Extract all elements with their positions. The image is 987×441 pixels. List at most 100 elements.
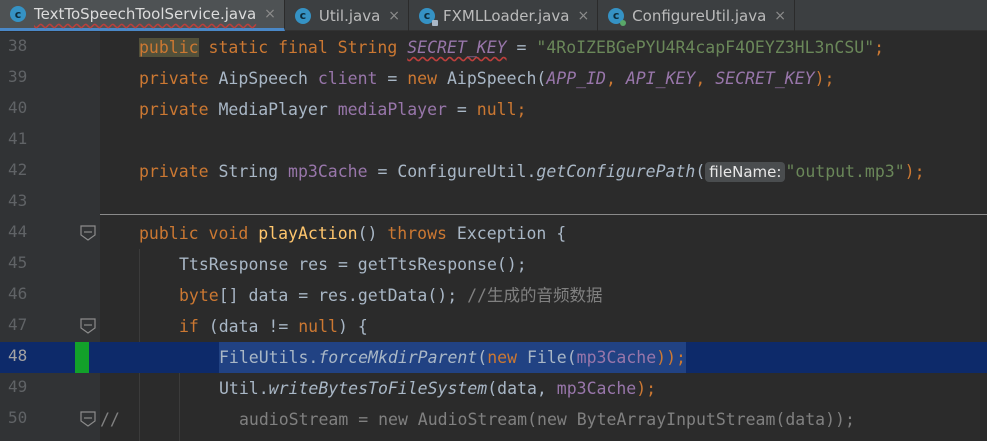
keyword: private <box>139 69 209 88</box>
keyword: null <box>476 100 517 119</box>
tab-texttospeechtoolservice[interactable]: c TextToSpeechToolService.java × <box>0 0 285 31</box>
keyword: new <box>487 348 518 367</box>
code-token: static final String <box>198 38 408 57</box>
line-number: 41 <box>8 129 28 148</box>
code-token: Exception { <box>446 224 567 243</box>
close-icon[interactable]: × <box>388 8 400 24</box>
code-line-42[interactable]: private String mp3Cache = ConfigureUtil.… <box>100 156 987 187</box>
tab-label: ConfigureUtil.java <box>632 6 767 25</box>
keyword: throws <box>387 224 447 243</box>
code-line-41[interactable] <box>100 125 987 156</box>
code-line-47[interactable]: if (data != null) { <box>100 311 987 342</box>
constant-name: API_KEY <box>625 69 696 88</box>
code-token: = <box>506 38 537 57</box>
code-token: = <box>377 69 408 88</box>
change-marker[interactable] <box>75 342 89 373</box>
tab-configureutil[interactable]: c ConfigureUtil.java × <box>598 0 795 31</box>
line-number: 43 <box>8 191 28 210</box>
method-name: getConfigurePath <box>536 162 696 181</box>
code-line-49[interactable]: Util.writeBytesToFileSystem(data, mp3Cac… <box>100 373 987 404</box>
code-token: , <box>695 69 716 88</box>
java-class-locked-icon: c <box>419 7 439 26</box>
java-class-icon: c <box>608 7 627 26</box>
constant-name: APP_ID <box>546 69 606 88</box>
code-token: = ConfigureUtil. <box>367 162 537 181</box>
field-name: mp3Cache <box>576 348 657 367</box>
line-number: 45 <box>8 253 28 272</box>
keyword: private <box>139 100 209 119</box>
comment: audioStream = new AudioStream(new ByteAr… <box>239 410 855 429</box>
code-token: AipSpeech( <box>437 69 547 88</box>
code-line-43[interactable] <box>100 187 987 218</box>
code-line-44[interactable]: public void playAction() throws Exceptio… <box>100 218 987 249</box>
close-icon[interactable]: × <box>264 6 276 22</box>
code-line-39[interactable]: private AipSpeech client = new AipSpeech… <box>100 63 987 94</box>
code-line-45[interactable]: TtsResponse res = getTtsResponse(); <box>100 249 987 280</box>
code-token: ) { <box>337 317 368 336</box>
constant-name: SECRET_KEY <box>715 69 815 88</box>
tab-label: FXMLLoader.java <box>443 6 570 25</box>
fold-icon[interactable] <box>79 317 97 335</box>
code-token: String <box>208 162 289 181</box>
tab-label: TextToSpeechToolService.java <box>34 5 257 23</box>
editor-tab-bar: c TextToSpeechToolService.java × c Util.… <box>0 0 987 31</box>
code-line-40[interactable]: private MediaPlayer mediaPlayer = null; <box>100 94 987 125</box>
code-token: = <box>446 100 477 119</box>
code-token: MediaPlayer <box>208 100 338 119</box>
tab-fxmlloader[interactable]: c FXMLLoader.java × <box>409 0 599 31</box>
tab-label: Util.java <box>318 6 381 25</box>
java-class-icon: c <box>10 6 26 22</box>
close-icon[interactable]: × <box>774 8 786 24</box>
constant-name: SECRET_KEY <box>407 38 507 57</box>
line-number: 40 <box>8 98 28 117</box>
keyword: public void <box>139 224 259 243</box>
line-number: 44 <box>8 222 28 241</box>
code-token: FileUtils. <box>219 348 319 367</box>
code-token: , <box>605 69 626 88</box>
code-token: AipSpeech <box>208 69 318 88</box>
close-icon[interactable]: × <box>577 8 589 24</box>
field-name: mediaPlayer <box>337 100 447 119</box>
code-token: TtsResponse res = getTtsResponse(); <box>179 255 527 274</box>
code-token: ; <box>516 100 527 119</box>
line-number: 49 <box>8 377 28 396</box>
fold-icon[interactable] <box>79 224 97 242</box>
code-token: Util. <box>219 379 269 398</box>
code-token: ; <box>874 38 885 57</box>
keyword: private <box>139 162 209 181</box>
code-token: () <box>357 224 388 243</box>
field-name: mp3Cache <box>288 162 368 181</box>
method-name: writeBytesToFileSystem <box>268 379 488 398</box>
comment-slashes: // <box>100 410 120 429</box>
parameter-hint: fileName: <box>705 162 786 182</box>
method-name: forceMkdirParent <box>318 348 478 367</box>
keyword: if <box>179 317 199 336</box>
fold-icon[interactable] <box>79 410 97 428</box>
line-number: 39 <box>8 67 28 86</box>
code-line-46[interactable]: byte[] data = res.getData(); //生成的音频数据 <box>100 280 987 311</box>
code-token: ); <box>814 69 835 88</box>
code-line-38[interactable]: public static final String SECRET_KEY = … <box>100 32 987 63</box>
code-editor[interactable]: 38 39 40 41 42 43 44 45 46 47 48 49 50 p… <box>0 32 987 441</box>
code-line-50[interactable]: // audioStream = new AudioStream(new Byt… <box>100 404 987 435</box>
line-number-gutter[interactable]: 38 39 40 41 42 43 44 45 46 47 48 49 50 <box>0 32 100 441</box>
code-token: (data != <box>198 317 299 336</box>
code-token: ); <box>904 162 925 181</box>
code-token: ( <box>695 162 706 181</box>
code-line-48-current[interactable]: FileUtils.forceMkdirParent(new File(mp3C… <box>100 342 987 373</box>
line-number: 47 <box>8 315 28 334</box>
string-literal: "output.mp3" <box>785 162 905 181</box>
keyword: new <box>407 69 438 88</box>
tab-util[interactable]: c Util.java × <box>285 0 410 31</box>
line-number: 50 <box>8 408 28 427</box>
keyword: byte <box>179 286 219 305</box>
keyword: null <box>298 317 338 336</box>
field-name: mp3Cache <box>556 379 637 398</box>
field-name: client <box>317 69 378 88</box>
line-number: 42 <box>8 160 28 179</box>
code-token: (data, <box>487 379 557 398</box>
code-token: )); <box>656 348 686 367</box>
string-literal: "4RoIZEBGePYU4R4capF4OEYZ3HL3nCSU" <box>536 38 875 57</box>
code-token: ( <box>477 348 488 367</box>
code-area[interactable]: public static final String SECRET_KEY = … <box>100 32 987 441</box>
